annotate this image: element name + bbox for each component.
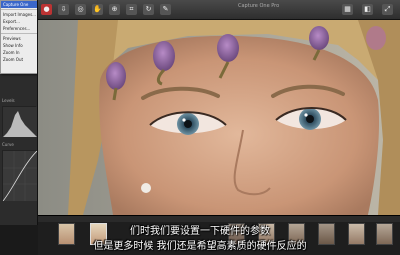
menu-item-preferences[interactable]: Preferences... xyxy=(1,25,37,32)
import-icon[interactable]: ⇩ xyxy=(58,4,69,15)
capture-icon[interactable]: ◎ xyxy=(75,4,86,15)
curve-label: Curve xyxy=(2,142,14,147)
zoom-tool-icon[interactable]: ⊕ xyxy=(109,4,120,15)
fullscreen-icon[interactable]: ⤢ xyxy=(382,4,393,15)
levels-histogram[interactable] xyxy=(2,106,37,137)
rotate-tool-icon[interactable]: ↻ xyxy=(143,4,154,15)
histogram-graph xyxy=(3,107,37,137)
image-viewer[interactable] xyxy=(38,20,400,215)
menu-item-export[interactable]: Export... xyxy=(1,18,37,25)
grid-view-icon[interactable]: ▦ xyxy=(342,4,353,15)
curve-graph xyxy=(2,150,37,202)
menu-item-zoom-out[interactable]: Zoom Out xyxy=(1,56,37,63)
top-toolbar: ● ⇩ ◎ ✋ ⊕ ⌗ ↻ ✎ Capture One Pro ▦ ◧ ⤢ xyxy=(38,0,400,20)
compare-icon[interactable]: ◧ xyxy=(362,4,373,15)
subtitle-line-1: 们时我们要设置一下硬件的参数 xyxy=(130,226,270,237)
window-title: Capture One Pro xyxy=(238,3,280,9)
portrait-photo xyxy=(38,20,400,215)
left-tool-panel: Capture One Import Images... Export... P… xyxy=(0,0,38,225)
menu-separator xyxy=(1,33,37,34)
menu-separator xyxy=(1,9,37,10)
crop-tool-icon[interactable]: ⌗ xyxy=(126,4,137,15)
subtitle-line-2: 但是更多时候 我们还是希望高素质的硬件反应的 xyxy=(93,241,307,252)
menu-item-previews[interactable]: Previews xyxy=(1,35,37,42)
hand-tool-icon[interactable]: ✋ xyxy=(92,4,103,15)
menu-item-zoom-in[interactable]: Zoom In xyxy=(1,49,37,56)
context-menu[interactable]: Capture One Import Images... Export... P… xyxy=(0,0,37,74)
menu-item-show-info[interactable]: Show Info xyxy=(1,42,37,49)
histogram-label: Levels xyxy=(2,98,15,103)
picker-tool-icon[interactable]: ✎ xyxy=(160,4,171,15)
curve-editor[interactable] xyxy=(2,150,37,202)
close-window-icon[interactable]: ● xyxy=(41,4,52,15)
menu-item-app[interactable]: Capture One xyxy=(1,1,37,8)
menu-item-import[interactable]: Import Images... xyxy=(1,11,37,18)
